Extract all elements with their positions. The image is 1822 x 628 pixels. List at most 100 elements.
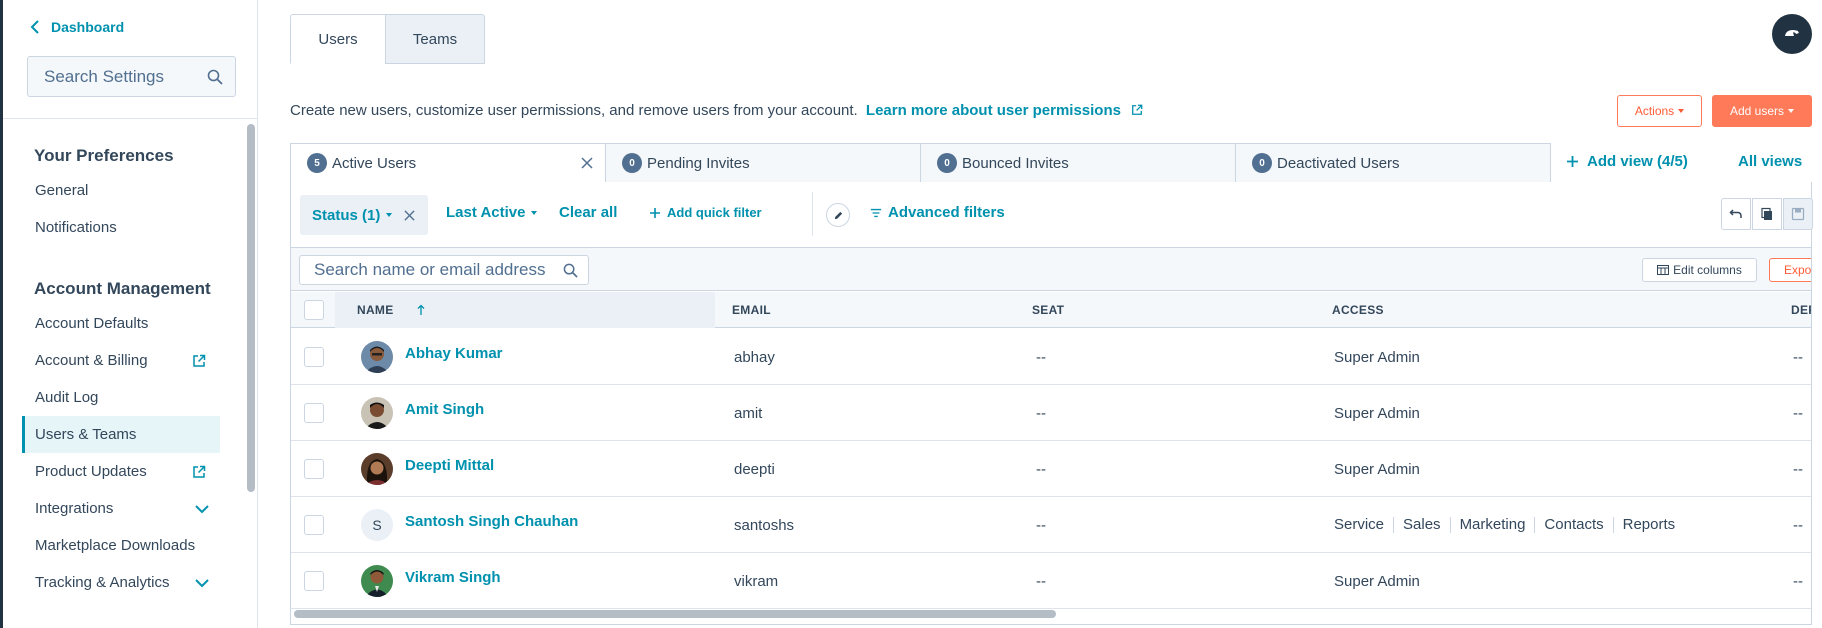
save-icon (1791, 207, 1805, 221)
table-search-input[interactable] (314, 260, 563, 280)
sidebar-item-users-teams[interactable]: Users & Teams (22, 416, 220, 453)
edit-columns-button[interactable]: Edit columns (1642, 258, 1757, 282)
row-checkbox[interactable] (304, 459, 324, 479)
sort-ascending-icon[interactable] (416, 304, 426, 316)
duplicate-view-button[interactable] (1752, 198, 1782, 230)
status-filter-label: Status (1) (312, 206, 381, 224)
search-icon[interactable] (207, 69, 223, 85)
add-users-button[interactable]: Add users (1712, 95, 1812, 127)
users-teams-tabs: Users Teams (290, 14, 485, 64)
view-tab-pending-invites[interactable]: 0 Pending Invites (605, 143, 921, 183)
default-cell: -- (1793, 516, 1803, 534)
sidebar-item-product-updates[interactable]: Product Updates (22, 453, 220, 490)
sidebar-item-label: Product Updates (35, 463, 147, 480)
access-tag: Reports (1612, 517, 1685, 533)
avatar: S (361, 509, 393, 541)
clear-all-filters-button[interactable]: Clear all (559, 204, 617, 221)
add-quick-filter-label: Add quick filter (667, 205, 762, 220)
undo-icon (1729, 209, 1742, 218)
user-name-link[interactable]: Abhay Kumar (405, 345, 503, 362)
default-cell: -- (1793, 572, 1803, 590)
undo-button[interactable] (1721, 198, 1751, 230)
seat-column-header[interactable]: SEAT (1032, 292, 1064, 328)
sidebar-item-notifications[interactable]: Notifications (22, 209, 220, 246)
columns-icon (1657, 265, 1670, 275)
sidebar-item-audit-log[interactable]: Audit Log (22, 379, 220, 416)
all-views-link[interactable]: All views (1738, 153, 1802, 170)
seat-cell: -- (1036, 460, 1046, 478)
sidebar-item-marketplace-downloads[interactable]: Marketplace Downloads (22, 527, 220, 564)
sidebar-scrollbar[interactable] (247, 124, 255, 492)
seat-cell: -- (1036, 348, 1046, 366)
email-cell: abhay (734, 348, 775, 366)
avatar (361, 397, 393, 429)
back-to-dashboard-link[interactable]: Dashboard (29, 19, 124, 35)
advanced-filters-button[interactable]: Advanced filters (870, 204, 1005, 221)
default-column-header[interactable]: DEF (1791, 292, 1811, 328)
access-tag: Sales (1393, 517, 1450, 533)
row-checkbox[interactable] (304, 571, 324, 591)
sidebar-item-label: Integrations (35, 500, 114, 517)
settings-search-input[interactable] (44, 66, 207, 87)
learn-more-link[interactable]: Learn more about user permissions (866, 102, 1121, 119)
row-checkbox[interactable] (304, 403, 324, 423)
row-checkbox[interactable] (304, 347, 324, 367)
user-name-link[interactable]: Amit Singh (405, 401, 484, 418)
add-quick-filter-button[interactable]: Add quick filter (649, 205, 762, 220)
view-tab-label: Deactivated Users (1277, 154, 1400, 172)
edit-columns-label: Edit columns (1673, 263, 1742, 277)
name-column-header[interactable]: NAME (335, 292, 715, 328)
view-tab-bounced-invites[interactable]: 0 Bounced Invites (920, 143, 1236, 183)
access-cell: Super Admin (1334, 572, 1420, 590)
sidebar-item-tracking-analytics[interactable]: Tracking & Analytics (22, 564, 220, 601)
external-link-icon (193, 354, 206, 367)
chevron-down-icon[interactable] (194, 504, 210, 514)
filter-bar: Status (1) Last Active Clear all Add qui… (290, 182, 1813, 247)
last-active-filter[interactable]: Last Active (446, 204, 538, 221)
row-checkbox[interactable] (304, 515, 324, 535)
close-icon[interactable] (404, 209, 415, 221)
caret-down-icon (1788, 109, 1795, 113)
sidebar-item-label: Account Defaults (35, 315, 149, 332)
access-tag: Marketing (1449, 517, 1535, 533)
sidebar-item-label: Users & Teams (35, 426, 137, 443)
view-tab-active-users[interactable]: 5 Active Users (290, 143, 606, 183)
user-name-link[interactable]: Vikram Singh (405, 569, 501, 586)
search-icon[interactable] (563, 263, 578, 278)
caret-down-icon (531, 210, 538, 215)
horizontal-scrollbar[interactable] (294, 610, 1056, 618)
sidebar-item-integrations[interactable]: Integrations (22, 490, 220, 527)
sidebar-item-general[interactable]: General (22, 172, 220, 209)
users-table: Edit columns Export view NAME EMAIL SEAT… (290, 247, 1812, 625)
view-tab-deactivated-users[interactable]: 0 Deactivated Users (1235, 143, 1551, 183)
add-view-button[interactable]: Add view (4/5) (1566, 153, 1688, 170)
settings-sidebar: Dashboard Your Preferences General Notif… (0, 0, 258, 628)
row-checkbox-cell (304, 329, 324, 385)
table-row: Deepti Mittal deepti -- Super Admin -- (291, 441, 1811, 497)
save-view-button[interactable] (1783, 198, 1813, 230)
export-view-button[interactable]: Export view (1769, 258, 1811, 282)
actions-button[interactable]: Actions (1617, 95, 1702, 127)
status-filter-chip[interactable]: Status (1) (300, 195, 428, 235)
name-column-label: NAME (357, 303, 394, 317)
close-icon[interactable] (581, 157, 593, 169)
sidebar-item-account-defaults[interactable]: Account Defaults (22, 305, 220, 342)
help-button[interactable] (1772, 14, 1812, 54)
access-cell: Service Sales Marketing Contacts Reports (1334, 497, 1684, 553)
row-checkbox-cell (304, 441, 324, 497)
external-link-icon (1132, 104, 1143, 115)
settings-search-box (27, 56, 236, 97)
tab-users[interactable]: Users (290, 14, 386, 64)
edit-filters-button[interactable] (826, 203, 850, 227)
chevron-left-icon (30, 20, 39, 34)
sidebar-item-account-billing[interactable]: Account & Billing (22, 342, 220, 379)
avatar (361, 341, 393, 373)
tab-teams[interactable]: Teams (385, 14, 485, 64)
user-name-link[interactable]: Santosh Singh Chauhan (405, 513, 578, 530)
chevron-down-icon[interactable] (194, 578, 210, 588)
email-column-header[interactable]: EMAIL (732, 292, 771, 328)
view-tab-label: Bounced Invites (962, 154, 1069, 172)
select-all-checkbox[interactable] (304, 300, 324, 320)
access-column-header[interactable]: ACCESS (1332, 292, 1384, 328)
user-name-link[interactable]: Deepti Mittal (405, 457, 494, 474)
